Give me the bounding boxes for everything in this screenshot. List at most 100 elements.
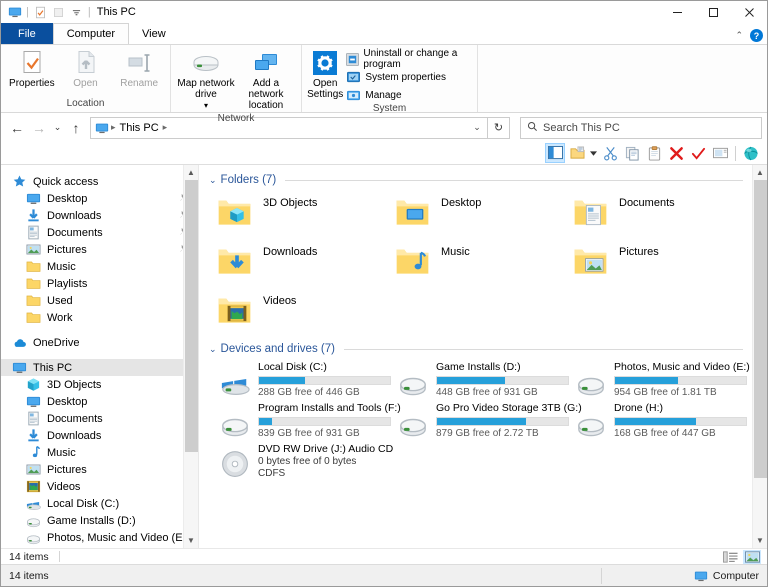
forward-button[interactable]: → (28, 117, 50, 139)
folder-tile[interactable]: Pictures (573, 240, 751, 289)
properties-icon[interactable] (33, 5, 48, 20)
sidebar-item-quick-access[interactable]: Quick access (1, 173, 198, 190)
sidebar-item-work[interactable]: Work (1, 309, 198, 326)
breadcrumb-this-pc[interactable]: This PC (118, 122, 161, 134)
map-network-drive-caret[interactable]: ▾ (204, 100, 208, 111)
sidebar-item-desktop[interactable]: Desktop (1, 190, 198, 207)
refresh-button[interactable]: ↻ (488, 116, 510, 139)
content-scroll-down-icon[interactable]: ▼ (753, 533, 768, 548)
recent-locations-button[interactable]: ⌄ (50, 117, 65, 139)
folder-icon (25, 293, 41, 309)
delete-icon[interactable] (666, 143, 686, 163)
content-scroll-thumb[interactable] (753, 180, 767, 478)
help-icon[interactable]: ? (750, 29, 763, 42)
uninstall-program-button[interactable]: Uninstall or change a program (346, 48, 473, 70)
folder-tile[interactable]: Documents (573, 191, 751, 240)
drive-tile[interactable]: Go Pro Video Storage 3TB (G:) 879 GB free… (395, 401, 582, 442)
drives-group-header[interactable]: ⌄ Devices and drives (7) (207, 342, 751, 356)
sidebar-item-pictures[interactable]: Pictures (1, 461, 198, 478)
drive-tile[interactable]: Drone (H:) 168 GB free of 447 GB (573, 401, 751, 442)
nav-scroll-down-icon[interactable]: ▼ (184, 533, 199, 548)
folder-tile[interactable]: Downloads (217, 240, 395, 289)
drive-tile[interactable]: Program Installs and Tools (F:) 839 GB fr… (217, 401, 401, 442)
sidebar-item-3d-objects[interactable]: 3D Objects (1, 376, 198, 393)
folder-tile-label: Pictures (619, 246, 659, 258)
sidebar-item-downloads[interactable]: Downloads (1, 427, 198, 444)
folder-tile[interactable]: Music (395, 240, 573, 289)
search-input[interactable]: Search This PC (543, 122, 620, 134)
open-settings-button[interactable]: Open Settings (306, 48, 344, 102)
folder-tile[interactable]: 3D Objects (217, 191, 395, 240)
folders-group-header[interactable]: ⌄ Folders (7) (207, 173, 751, 187)
sidebar-item-videos[interactable]: Videos (1, 478, 198, 495)
sidebar-item-onedrive[interactable]: OneDrive (1, 334, 198, 351)
tab-file[interactable]: File (1, 23, 53, 44)
sidebar-item-this-pc[interactable]: This PC (1, 359, 198, 376)
open-button[interactable]: Open (59, 48, 113, 91)
new-folder-dropdown-icon[interactable] (589, 143, 598, 163)
cut-icon[interactable] (600, 143, 620, 163)
close-button[interactable] (731, 1, 767, 23)
add-network-location-button[interactable]: Add a network location (236, 48, 296, 113)
minimize-button[interactable] (659, 1, 695, 23)
tab-computer[interactable]: Computer (52, 23, 130, 44)
rename-icon[interactable] (710, 143, 730, 163)
shell-globe-icon[interactable] (741, 143, 761, 163)
sidebar-item-music[interactable]: Music (1, 258, 198, 275)
tab-view[interactable]: View (129, 23, 179, 44)
sidebar-item-game-installs-d[interactable]: Game Installs (D:) (1, 512, 198, 529)
navigation-pane-scrollbar[interactable]: ▲ ▼ (183, 165, 198, 548)
sidebar-item-music[interactable]: Music (1, 444, 198, 461)
back-button[interactable]: ← (6, 117, 28, 139)
sidebar-item-documents[interactable]: Documents (1, 224, 198, 241)
system-properties-button[interactable]: System properties (346, 69, 473, 85)
drive-tile[interactable]: DVD RW Drive (J:) Audio CD 0 bytes free o… (217, 442, 395, 488)
search-box[interactable]: Search This PC (520, 116, 762, 139)
copy-icon[interactable] (622, 143, 642, 163)
sidebar-item-downloads[interactable]: Downloads (1, 207, 198, 224)
qat-dropdown-icon[interactable] (69, 5, 84, 20)
sidebar-item-used[interactable]: Used (1, 292, 198, 309)
settings-gear-icon (312, 50, 338, 76)
confirm-check-icon[interactable] (688, 143, 708, 163)
map-network-drive-button[interactable]: Map network drive ▾ (176, 48, 236, 113)
maximize-button[interactable] (695, 1, 731, 23)
large-icons-view-icon[interactable] (743, 549, 761, 564)
onedrive-cloud-icon (11, 335, 27, 351)
nav-scroll-up-icon[interactable]: ▲ (184, 165, 199, 180)
breadcrumb-separator-0[interactable]: ▸ (109, 122, 118, 133)
folder-tile[interactable]: Desktop (395, 191, 573, 240)
sidebar-item-playlists[interactable]: Playlists (1, 275, 198, 292)
drive-tile[interactable]: Game Installs (D:) 448 GB free of 931 GB (395, 360, 573, 401)
sidebar-item-photos-music-and-video-e[interactable]: Photos, Music and Video (E:) (1, 529, 198, 546)
content-scrollbar[interactable]: ▲ ▼ (752, 165, 767, 548)
manage-button[interactable]: Manage (346, 87, 473, 103)
drives-group-chevron-icon[interactable]: ⌄ (209, 344, 217, 355)
up-button[interactable]: ↑ (65, 117, 87, 139)
drive-tile[interactable]: Photos, Music and Video (E:) 954 GB free … (573, 360, 751, 401)
properties-button[interactable]: Properties (5, 48, 59, 91)
breadcrumb-root-icon[interactable] (95, 121, 109, 135)
folder-tile[interactable]: Videos (217, 289, 395, 338)
sidebar-item-documents[interactable]: Documents (1, 410, 198, 427)
content-scroll-up-icon[interactable]: ▲ (753, 165, 768, 180)
breadcrumb-dropdown-icon[interactable]: ⌄ (469, 122, 485, 133)
folders-group-chevron-icon[interactable]: ⌄ (209, 175, 217, 186)
content-scroll-track[interactable] (753, 180, 768, 533)
folder-icon[interactable] (51, 5, 66, 20)
breadcrumb-separator-1[interactable]: ▸ (161, 122, 170, 133)
navigation-pane-toggle-icon[interactable] (545, 143, 565, 163)
paste-icon[interactable] (644, 143, 664, 163)
sidebar-item-desktop[interactable]: Desktop (1, 393, 198, 410)
sidebar-item-local-disk-c[interactable]: Local Disk (C:) (1, 495, 198, 512)
drive-tile[interactable]: Local Disk (C:) 288 GB free of 446 GB (217, 360, 395, 401)
sidebar-item-pictures[interactable]: Pictures (1, 241, 198, 258)
nav-scroll-track[interactable] (184, 180, 199, 533)
nav-scroll-thumb[interactable] (184, 180, 198, 452)
details-view-icon[interactable] (721, 550, 739, 564)
new-folder-icon[interactable] (567, 143, 587, 163)
ribbon-tab-actions: ⌃ ? (735, 29, 763, 42)
rename-button[interactable]: Rename (112, 48, 166, 91)
computer-icon[interactable] (7, 5, 22, 20)
collapse-ribbon-icon[interactable]: ⌃ (735, 30, 743, 41)
